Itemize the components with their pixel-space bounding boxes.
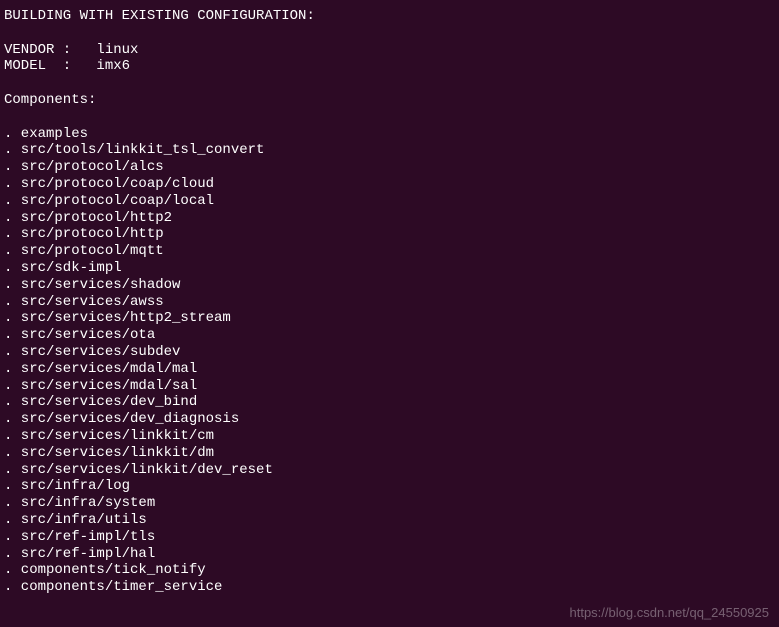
list-item: . src/services/ota xyxy=(4,327,775,344)
blank-line xyxy=(4,75,775,92)
list-item: . src/services/linkkit/cm xyxy=(4,428,775,445)
list-item: . src/services/awss xyxy=(4,294,775,311)
list-item: . src/protocol/mqtt xyxy=(4,243,775,260)
list-item: . src/services/linkkit/dev_reset xyxy=(4,462,775,479)
list-item: . src/services/mdal/mal xyxy=(4,361,775,378)
list-item: . src/sdk-impl xyxy=(4,260,775,277)
list-item: . src/infra/utils xyxy=(4,512,775,529)
list-item: . src/ref-impl/tls xyxy=(4,529,775,546)
list-item: . src/services/shadow xyxy=(4,277,775,294)
list-item: . src/protocol/coap/cloud xyxy=(4,176,775,193)
list-item: . examples xyxy=(4,126,775,143)
list-item: . src/protocol/coap/local xyxy=(4,193,775,210)
list-item: . src/services/dev_bind xyxy=(4,394,775,411)
build-header: BUILDING WITH EXISTING CONFIGURATION: xyxy=(4,8,775,25)
list-item: . src/services/subdev xyxy=(4,344,775,361)
list-item: . src/tools/linkkit_tsl_convert xyxy=(4,142,775,159)
components-list: . examples. src/tools/linkkit_tsl_conver… xyxy=(4,126,775,596)
model-value: imx6 xyxy=(96,58,130,74)
watermark: https://blog.csdn.net/qq_24550925 xyxy=(570,605,770,621)
list-item: . src/services/mdal/sal xyxy=(4,378,775,395)
list-item: . components/timer_service xyxy=(4,579,775,596)
model-label: MODEL : xyxy=(4,58,96,74)
list-item: . src/protocol/http2 xyxy=(4,210,775,227)
list-item: . src/services/http2_stream xyxy=(4,310,775,327)
components-header: Components: xyxy=(4,92,775,109)
list-item: . src/protocol/alcs xyxy=(4,159,775,176)
model-line: MODEL : imx6 xyxy=(4,58,775,75)
vendor-label: VENDOR : xyxy=(4,42,96,58)
vendor-value: linux xyxy=(96,42,138,58)
list-item: . src/infra/system xyxy=(4,495,775,512)
list-item: . src/ref-impl/hal xyxy=(4,546,775,563)
list-item: . src/protocol/http xyxy=(4,226,775,243)
blank-line xyxy=(4,109,775,126)
list-item: . src/infra/log xyxy=(4,478,775,495)
blank-line xyxy=(4,25,775,42)
vendor-line: VENDOR : linux xyxy=(4,42,775,59)
list-item: . src/services/linkkit/dm xyxy=(4,445,775,462)
list-item: . components/tick_notify xyxy=(4,562,775,579)
list-item: . src/services/dev_diagnosis xyxy=(4,411,775,428)
